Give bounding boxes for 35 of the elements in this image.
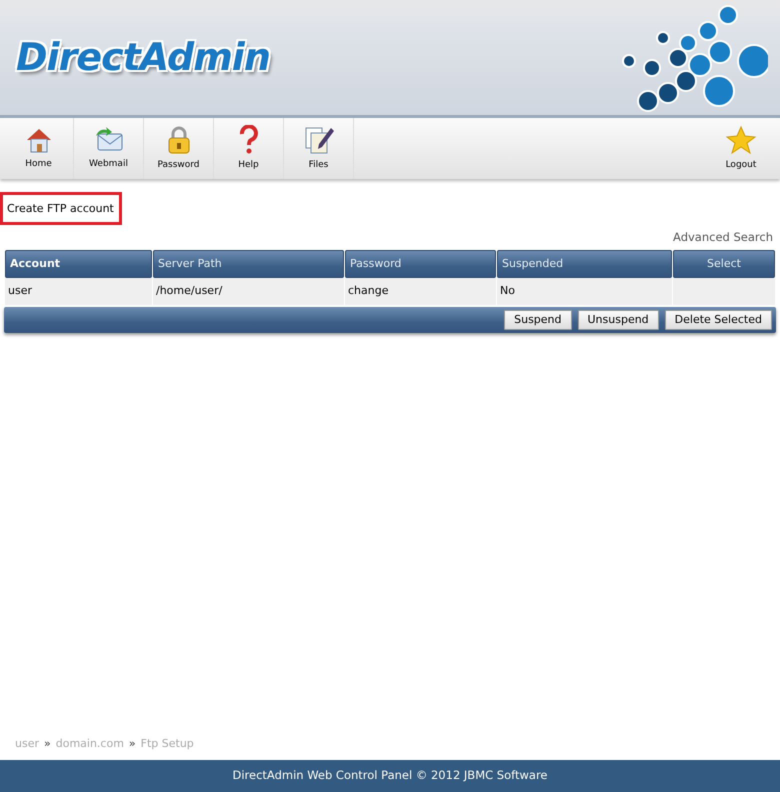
advanced-search-link[interactable]: Advanced Search (673, 230, 773, 244)
column-header[interactable]: Suspended (497, 250, 672, 278)
breadcrumb-current: Ftp Setup (140, 736, 194, 752)
toolbar-button[interactable]: Logout (706, 118, 776, 179)
table-cell: change (345, 278, 496, 305)
delete-button[interactable]: Delete Selected (664, 310, 772, 330)
suspend-button[interactable]: Suspend (504, 310, 572, 330)
toolbar-button[interactable]: Help (214, 118, 284, 179)
table-cell: user (5, 278, 152, 305)
toolbar-button[interactable]: Files (284, 118, 354, 179)
toolbar-label: Webmail (89, 158, 128, 171)
create-ftp-account-link[interactable]: Create FTP account (0, 192, 122, 224)
column-header[interactable]: Password (345, 250, 496, 278)
toolbar-label: Help (238, 158, 259, 172)
table-cell: No (497, 278, 672, 305)
column-header[interactable]: Server Path (153, 250, 344, 278)
column-header[interactable]: Account (5, 250, 152, 278)
breadcrumb-separator: » (44, 736, 51, 752)
question-mark-icon (238, 124, 260, 155)
toolbar-label: Home (25, 158, 52, 171)
toolbar-button[interactable]: Home (4, 118, 74, 179)
toolbar-label: Logout (726, 158, 756, 172)
documents-pen-icon (302, 124, 334, 155)
star-icon (725, 124, 757, 155)
column-header[interactable]: Select (673, 250, 775, 278)
logo-text: DirectAdmin (16, 34, 270, 81)
toolbar-label: Files (308, 158, 328, 172)
padlock-icon (166, 124, 192, 155)
table-cell: /home/user/ (153, 278, 344, 305)
breadcrumb-separator: » (128, 736, 136, 752)
footer-text: DirectAdmin Web Control Panel © 2012 JBMC Software (232, 767, 548, 784)
toolbar-button[interactable]: Password (144, 118, 214, 179)
unsuspend-button[interactable]: Unsuspend (578, 310, 659, 330)
toolbar-button[interactable]: Webmail (74, 118, 144, 179)
toolbar-label: Password (157, 158, 200, 172)
